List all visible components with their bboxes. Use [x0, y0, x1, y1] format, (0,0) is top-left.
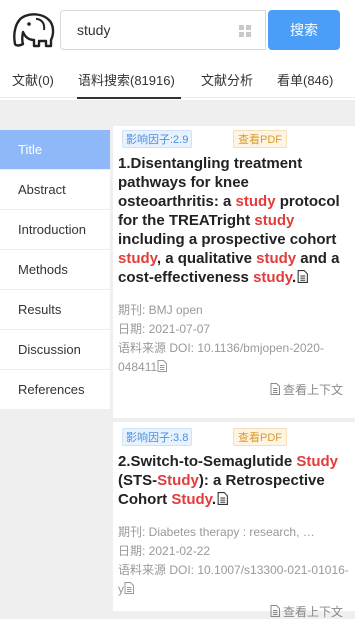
title-text: .: [211, 491, 217, 508]
tab-reading-list[interactable]: 看单(846): [277, 70, 333, 89]
view-context-link[interactable]: 查看上下文: [270, 603, 343, 619]
document-icon[interactable]: [297, 270, 309, 283]
journal-text: 期刊: Diabetes therapy : research, …: [118, 525, 315, 539]
section-nav-discussion[interactable]: Discussion: [0, 330, 110, 370]
search-input-value[interactable]: study: [77, 22, 110, 38]
title-text: , a qualitative: [156, 250, 257, 267]
tab-corpus-search[interactable]: 语料搜索(81916): [78, 70, 175, 89]
result-title[interactable]: 1.Disentangling treatment pathways for k…: [118, 154, 351, 287]
document-icon[interactable]: [157, 360, 168, 372]
title-highlight: study: [235, 193, 276, 210]
section-nav-references[interactable]: References: [0, 370, 110, 410]
impact-factor-badge: 影响因子:3.8: [122, 428, 193, 446]
grid-icon[interactable]: [239, 25, 251, 37]
active-tab-indicator: [77, 97, 181, 99]
result-card: 影响因子:3.8 查看PDF 2.Switch-to-Semaglutide S…: [113, 422, 355, 619]
section-nav-methods[interactable]: Methods: [0, 250, 110, 290]
app-header: study 搜索: [0, 0, 355, 62]
title-text: including a prospective cohort: [118, 231, 337, 248]
view-context-label: 查看上下文: [282, 605, 343, 619]
document-icon[interactable]: [217, 492, 228, 505]
title-highlight: study: [253, 269, 292, 286]
tab-literature-analysis[interactable]: 文献分析: [201, 70, 253, 89]
tab-bar: 文献(0) 语料搜索(81916) 文献分析 看单(846): [0, 62, 355, 98]
title-highlight: study: [254, 212, 295, 229]
view-pdf-button[interactable]: 查看PDF: [233, 428, 287, 446]
title-highlight: Study: [157, 472, 199, 489]
elephant-logo-icon[interactable]: [9, 10, 57, 50]
doi-value: 语料来源 DOI: 10.1136/bmjopen-2020-048411: [118, 341, 324, 374]
section-nav-title[interactable]: Title: [0, 130, 110, 170]
title-highlight: Study: [171, 491, 212, 508]
title-highlight: study: [118, 250, 157, 267]
title-highlight: Study: [296, 453, 339, 470]
search-input[interactable]: study: [60, 10, 266, 50]
view-context-link[interactable]: 查看上下文: [270, 381, 343, 398]
view-context-label: 查看上下文: [282, 383, 343, 397]
title-text: (STS-: [118, 472, 158, 489]
doi-text[interactable]: 语料来源 DOI: 10.1007/s13300-021-01016-y: [118, 561, 351, 599]
search-button[interactable]: 搜索: [268, 10, 340, 50]
title-highlight: study: [256, 250, 297, 267]
journal-text: 期刊: BMJ open: [118, 303, 203, 317]
section-nav-abstract[interactable]: Abstract: [0, 170, 110, 210]
document-icon[interactable]: [124, 582, 134, 594]
result-card: 影响因子:2.9 查看PDF 1.Disentangling treatment…: [113, 126, 355, 418]
impact-factor-badge: 影响因子:2.9: [122, 130, 193, 148]
date-text: 日期: 2021-02-22: [118, 544, 211, 558]
tab-literature[interactable]: 文献(0): [12, 70, 54, 89]
date-text: 日期: 2021-07-07: [118, 322, 211, 336]
section-nav-introduction[interactable]: Introduction: [0, 210, 110, 250]
title-text: 2.Switch-to-Semaglutide: [118, 453, 297, 470]
doi-text[interactable]: 语料来源 DOI: 10.1136/bmjopen-2020-048411: [118, 339, 351, 377]
section-nav: Title Abstract Introduction Methods Resu…: [0, 130, 110, 410]
title-text: .: [291, 269, 297, 286]
document-icon: [270, 383, 280, 395]
section-nav-results[interactable]: Results: [0, 290, 110, 330]
view-pdf-button[interactable]: 查看PDF: [233, 130, 287, 148]
result-title[interactable]: 2.Switch-to-Semaglutide Study (STS-Study…: [118, 452, 351, 509]
doi-value: 语料来源 DOI: 10.1007/s13300-021-01016-y: [118, 563, 349, 596]
document-icon: [270, 605, 280, 617]
